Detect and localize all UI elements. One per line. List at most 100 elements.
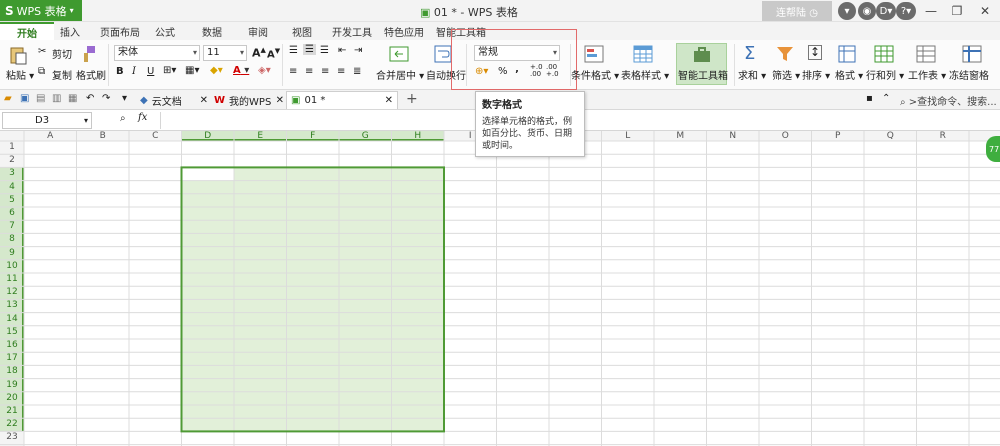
column-header-a[interactable]: A [24,131,77,141]
row-header-4[interactable]: 4 [0,181,24,194]
copy-icon[interactable]: ⧉ [38,66,45,77]
tab-cloud-docs[interactable]: ◆ 云文档 ✕ [136,91,208,109]
filter-icon[interactable] [776,45,794,63]
paste-button[interactable]: 粘贴 ▾ [6,67,34,82]
align-left-icon[interactable]: ≡ [289,66,297,77]
save-icon[interactable]: ▣ [20,93,29,104]
tab-review[interactable]: 审阅 [248,22,268,40]
tab-developer[interactable]: 开发工具 [332,22,372,40]
print-preview-icon[interactable]: ▤ [36,93,45,104]
merge-cells-icon[interactable]: ▦▾ [185,65,199,76]
column-header-n[interactable]: N [707,131,760,141]
active-cell[interactable] [181,167,235,181]
conditional-format-button[interactable]: 条件格式 ▾ [571,67,619,82]
align-right-icon[interactable]: ≡ [321,66,329,77]
row-header-14[interactable]: 14 [0,313,24,326]
distributed-icon[interactable]: ≣ [353,66,361,77]
freeze-panes-button[interactable]: 冻结窗格 [949,67,989,82]
row-header-10[interactable]: 10 [0,260,24,273]
freeze-panes-icon[interactable] [962,45,982,63]
grow-font-button[interactable]: A▲ [252,46,266,60]
row-header-12[interactable]: 12 [0,286,24,299]
column-header-o[interactable]: O [759,131,812,141]
row-header-6[interactable]: 6 [0,207,24,220]
column-header-f[interactable]: F [287,131,340,141]
indent-decrease-icon[interactable]: ⇤ [338,45,346,56]
row-header-2[interactable]: 2 [0,154,24,167]
italic-button[interactable]: I [132,66,136,77]
copy-button[interactable]: 复制 [52,67,72,82]
restore-button[interactable]: ❐ [944,0,970,21]
filter-button[interactable]: 筛选 ▾ [772,67,800,82]
tab-formulas[interactable]: 公式 [155,22,175,40]
font-size-select[interactable]: 11 ▾ [203,45,247,61]
column-header-e[interactable]: E [234,131,287,141]
close-icon[interactable]: ✕ [200,95,208,106]
scissors-icon[interactable]: ✂ [38,46,46,57]
undo-icon[interactable]: ↶ [86,93,94,104]
user-account[interactable]: 连帮陆 ◷ [762,1,832,21]
format-painter-icon[interactable] [80,45,98,63]
tab-my-wps[interactable]: W 我的WPS ✕ [210,91,284,109]
sort-button[interactable]: 排序 ▾ [802,67,830,82]
paste-icon[interactable] [8,45,28,65]
bold-button[interactable]: B [116,66,124,77]
merge-center-icon[interactable] [389,45,409,63]
customize-icon[interactable]: ▾ [122,93,127,104]
tab-insert[interactable]: 插入 [60,22,80,40]
tab-start[interactable]: 开始 [0,22,54,40]
row-col-button[interactable]: 行和列 ▾ [866,67,904,82]
close-icon[interactable]: ✕ [385,95,393,106]
column-header-b[interactable]: B [77,131,130,141]
column-header-h[interactable]: H [392,131,445,141]
underline-button[interactable]: U [147,66,154,77]
format-button[interactable]: 格式 ▾ [835,67,863,82]
row-header-3[interactable]: 3 [0,167,24,180]
insert-function-button[interactable]: fx [138,112,147,123]
font-color-button[interactable]: A ▾ [233,65,249,76]
redo-icon[interactable]: ↷ [102,93,110,104]
open-folder-icon[interactable]: ▰ [4,93,12,104]
row-header-9[interactable]: 9 [0,247,24,260]
sum-button[interactable]: 求和 ▾ [738,67,766,82]
row-header-20[interactable]: 20 [0,392,24,405]
conditional-format-icon[interactable] [584,45,604,63]
tab-page-layout[interactable]: 页面布局 [100,22,140,40]
row-header-17[interactable]: 17 [0,352,24,365]
column-header-d[interactable]: D [182,131,235,141]
new-tab-button[interactable]: + [406,91,418,107]
column-header-r[interactable]: R [917,131,970,141]
sum-icon[interactable]: Σ [744,43,755,64]
row-header-15[interactable]: 15 [0,326,24,339]
column-header-g[interactable]: G [339,131,392,141]
spreadsheet-grid[interactable] [0,131,1000,446]
column-header-p[interactable]: P [812,131,865,141]
row-header-18[interactable]: 18 [0,365,24,378]
row-header-21[interactable]: 21 [0,405,24,418]
settings-icon[interactable]: ◉ [858,2,876,20]
fill-color-icon[interactable]: ◆▾ [210,65,223,76]
clear-format-icon[interactable]: ◈▾ [258,65,271,76]
app-menu-button[interactable]: S WPS 表格 ▾ [0,0,82,21]
column-header-q[interactable]: Q [864,131,917,141]
format-painter-button[interactable]: 格式刷 [76,67,106,82]
indent-increase-icon[interactable]: ⇥ [354,45,362,56]
row-header-5[interactable]: 5 [0,194,24,207]
align-middle-icon[interactable]: ☰ [303,44,316,55]
tab-special[interactable]: 特色应用 [384,22,424,40]
row-header-23[interactable]: 23 [0,431,24,444]
worksheet-button[interactable]: 工作表 ▾ [908,67,946,82]
docer-icon[interactable]: D▾ [876,2,896,20]
column-header-c[interactable]: C [129,131,182,141]
zoom-icon[interactable]: ⌕ [120,113,126,124]
cut-button[interactable]: 剪切 [52,46,72,61]
row-header-1[interactable]: 1 [0,141,24,154]
command-search[interactable]: ⌕ >查找命令、搜索... [900,93,997,108]
export-icon[interactable]: ▦ [68,93,77,104]
row-header-22[interactable]: 22 [0,418,24,431]
tab-view[interactable]: 视图 [292,22,312,40]
print-icon[interactable]: ▥ [52,93,61,104]
merge-center-button[interactable]: 合并居中 ▾ [376,67,424,82]
tab-data[interactable]: 数据 [202,22,222,40]
borders-icon[interactable]: ⊞▾ [163,65,176,76]
